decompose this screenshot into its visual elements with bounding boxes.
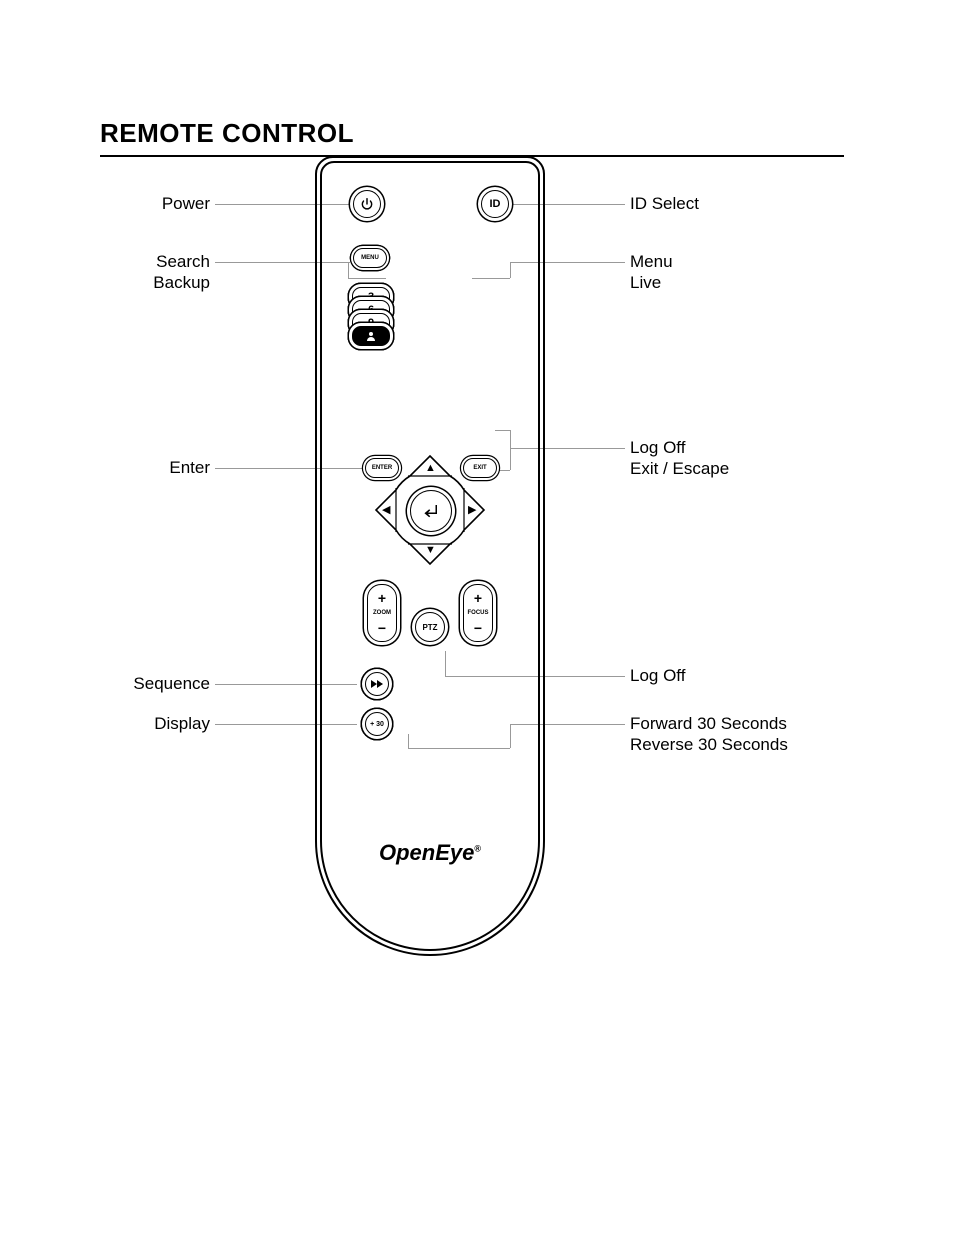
ok-button[interactable] <box>410 490 452 532</box>
label-enter: Enter <box>70 458 210 478</box>
id-button[interactable]: ID <box>481 190 509 218</box>
label-logoff-1: Log Off <box>630 438 850 458</box>
zoom-label: ZOOM <box>373 610 391 616</box>
plus30-button[interactable]: + 30 <box>365 712 389 736</box>
page-title: REMOTE CONTROL <box>100 118 844 157</box>
power-icon <box>360 197 374 211</box>
person-lock-icon <box>365 330 377 342</box>
logoff-button[interactable] <box>352 326 390 346</box>
label-logoff-2: Log Off <box>630 666 850 686</box>
label-rev30: Reverse 30 Seconds <box>630 735 850 755</box>
label-id-select: ID Select <box>630 194 850 214</box>
label-live: Live <box>630 273 850 293</box>
registered-icon: ® <box>474 844 481 854</box>
fast-forward-button[interactable] <box>365 672 389 696</box>
focus-label: FOCUS <box>468 610 489 616</box>
label-menu: Menu <box>630 252 850 272</box>
left-arrow-icon[interactable]: ◀ <box>382 503 390 516</box>
number-pad: 1 2 3 4 5 6 7 8 9 10+ 0 <box>352 287 508 339</box>
label-display: Display <box>70 714 210 734</box>
enter-arrow-icon <box>422 502 440 520</box>
label-sequence: Sequence <box>70 674 210 694</box>
plus-icon: + <box>474 591 482 605</box>
power-button[interactable] <box>353 190 381 218</box>
minus-icon: − <box>378 621 386 635</box>
plus-icon: + <box>378 591 386 605</box>
brand-logo: OpenEye® <box>315 840 545 866</box>
label-backup: Backup <box>70 273 210 293</box>
label-search: Search <box>70 252 210 272</box>
label-exit-escape: Exit / Escape <box>630 459 850 479</box>
diagram: Power Search Backup Enter Sequence Displ… <box>100 156 850 976</box>
zoom-button[interactable]: + ZOOM − <box>367 584 397 642</box>
focus-button[interactable]: + FOCUS − <box>463 584 493 642</box>
dpad: ▲ ▼ ◀ ▶ <box>366 446 494 574</box>
right-arrow-icon[interactable]: ▶ <box>468 503 476 516</box>
ffwd-icon <box>371 679 383 689</box>
ptz-button[interactable]: PTZ <box>415 612 445 642</box>
label-power: Power <box>70 194 210 214</box>
remote-body: ID SEARCH BACKUP LIVE MENU 1 2 3 4 5 6 <box>315 156 545 956</box>
down-arrow-icon[interactable]: ▼ <box>425 544 436 556</box>
menu-button[interactable]: MENU <box>353 248 387 268</box>
up-arrow-icon[interactable]: ▲ <box>425 462 436 474</box>
page: REMOTE CONTROL Power Search Backup Enter… <box>0 0 954 1235</box>
minus-icon: − <box>474 621 482 635</box>
label-fwd30: Forward 30 Seconds <box>630 714 850 734</box>
